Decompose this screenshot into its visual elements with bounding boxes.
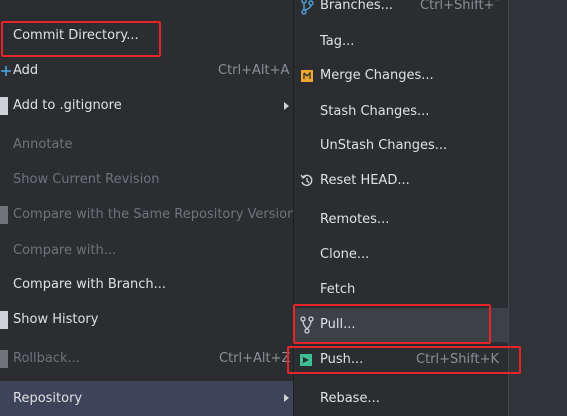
- menu-item-label: Compare with...: [13, 243, 117, 258]
- menu-item-label: Remotes...: [320, 212, 390, 227]
- editor-background: [508, 0, 567, 416]
- menu-item-commit-directory[interactable]: Commit Directory...: [0, 21, 293, 51]
- menu-item-push[interactable]: Push... Ctrl+Shift+K: [294, 345, 508, 375]
- menu-item-label: Push...: [320, 352, 364, 367]
- menu-item-pull[interactable]: Pull...: [294, 308, 508, 342]
- submenu-arrow-icon: [284, 102, 289, 110]
- menu-item-label: Branches...: [320, 0, 394, 13]
- menu-item-label: Add to .gitignore: [13, 98, 122, 113]
- menu-item-remotes[interactable]: Remotes...: [294, 205, 508, 235]
- menu-item-tag[interactable]: Tag...: [294, 27, 508, 57]
- reset-icon: [300, 166, 314, 196]
- menu-item-label: Compare with Branch...: [13, 277, 167, 292]
- screen: Commit Directory... Add Ctrl+Alt+A Add t…: [0, 0, 567, 416]
- menu-item-label: Add: [13, 63, 39, 78]
- compare-icon: [0, 206, 8, 224]
- editor-edge: [508, 0, 509, 416]
- pull-icon: [300, 308, 314, 342]
- menu-item-label: Compare with the Same Repository Version: [13, 207, 296, 222]
- menu-item-label: Merge Changes...: [320, 68, 434, 83]
- history-icon: [0, 311, 8, 329]
- push-icon: [300, 345, 314, 375]
- menu-item-compare-with[interactable]: Compare with...: [0, 236, 293, 266]
- menu-item-label: Pull...: [320, 317, 356, 332]
- menu-item-unstash-changes[interactable]: UnStash Changes...: [294, 131, 508, 161]
- menu-item-show-current-revision[interactable]: Show Current Revision: [0, 165, 293, 195]
- menu-item-rebase[interactable]: Rebase...: [294, 384, 508, 414]
- menu-item-repository[interactable]: Repository: [0, 381, 293, 416]
- menu-item-fetch[interactable]: Fetch: [294, 275, 508, 305]
- branch-icon: [300, 0, 314, 21]
- menu-item-label: UnStash Changes...: [320, 138, 448, 153]
- menu-item-label: Annotate: [13, 137, 73, 152]
- menu-item-shortcut: Ctrl+Alt+Z: [219, 351, 291, 366]
- repository-submenu: Branches... Ctrl+Shift+` Tag... Merge Ch…: [293, 0, 508, 416]
- menu-item-shortcut: Ctrl+Shift+`: [420, 0, 501, 13]
- rollback-icon: [0, 350, 8, 368]
- menu-item-merge-changes[interactable]: Merge Changes...: [294, 61, 508, 91]
- submenu-arrow-icon: [284, 394, 289, 402]
- menu-item-label: Clone...: [320, 247, 370, 262]
- menu-item-show-history[interactable]: Show History: [0, 305, 293, 335]
- menu-item-annotate[interactable]: Annotate: [0, 130, 293, 160]
- menu-item-stash-changes[interactable]: Stash Changes...: [294, 97, 508, 127]
- menu-item-label: Tag...: [320, 34, 355, 49]
- menu-item-add-to-gitignore[interactable]: Add to .gitignore: [0, 91, 293, 121]
- file-type-icon: [0, 97, 8, 115]
- menu-item-branches[interactable]: Branches... Ctrl+Shift+`: [294, 0, 508, 21]
- menu-item-label: Commit Directory...: [13, 28, 139, 43]
- menu-item-clone[interactable]: Clone...: [294, 240, 508, 270]
- menu-item-label: Rollback...: [13, 351, 80, 366]
- menu-item-rollback[interactable]: Rollback... Ctrl+Alt+Z: [0, 344, 293, 374]
- menu-item-label: Reset HEAD...: [320, 173, 410, 188]
- menu-item-label: Show Current Revision: [13, 172, 160, 187]
- menu-item-add[interactable]: Add Ctrl+Alt+A: [0, 56, 293, 86]
- menu-item-label: Rebase...: [320, 391, 380, 406]
- menu-item-shortcut: Ctrl+Alt+A: [218, 63, 290, 78]
- menu-item-label: Fetch: [320, 282, 356, 297]
- merge-icon: [301, 61, 315, 91]
- menu-item-label: Repository: [13, 391, 83, 406]
- menu-item-reset-head[interactable]: Reset HEAD...: [294, 166, 508, 196]
- menu-item-compare-with-branch[interactable]: Compare with Branch...: [0, 270, 293, 300]
- menu-item-label: Show History: [13, 312, 99, 327]
- menu-item-compare-same-repository-version[interactable]: Compare with the Same Repository Version: [0, 200, 296, 230]
- menu-item-label: Stash Changes...: [320, 104, 430, 119]
- git-context-menu: Commit Directory... Add Ctrl+Alt+A Add t…: [0, 0, 296, 416]
- menu-item-shortcut: Ctrl+Shift+K: [416, 352, 499, 367]
